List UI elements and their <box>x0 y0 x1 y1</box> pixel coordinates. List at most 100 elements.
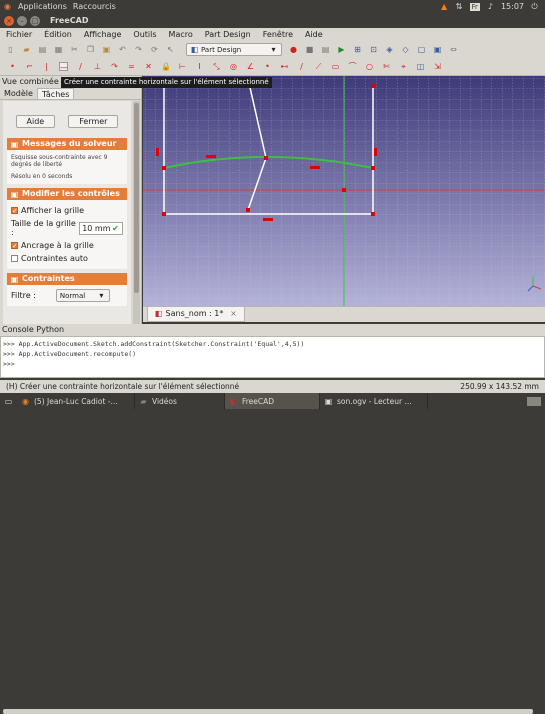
close-window-button[interactable]: × <box>4 15 14 26</box>
clock[interactable]: 15:07 <box>501 2 524 11</box>
close-icon[interactable]: × <box>229 309 238 318</box>
angle-constraint-icon[interactable]: ∠ <box>246 62 255 71</box>
whats-this-icon[interactable]: ↖ <box>166 45 175 54</box>
polyline-tool-icon[interactable]: ⟋ <box>314 62 323 71</box>
view-isometric-icon[interactable]: ◇ <box>401 45 410 54</box>
macro-stop-icon[interactable]: ■ <box>305 45 314 54</box>
volume-icon[interactable]: ♪ <box>486 2 495 11</box>
point-on-object-icon[interactable]: • <box>263 62 272 71</box>
arc-tool-icon[interactable]: ⌒ <box>348 62 357 71</box>
task-browser[interactable]: ◉ (5) Jean-Luc Cadiot -... <box>17 393 135 409</box>
snap-grid-checkbox[interactable]: ✓ Ancrage à la grille <box>11 241 123 250</box>
vertical-constraint-icon[interactable]: | <box>42 62 51 71</box>
workbench-select[interactable]: ◧ Part Design ▾ <box>186 43 282 56</box>
macro-run-icon[interactable]: ▶ <box>337 45 346 54</box>
sketch-vertex[interactable] <box>342 188 346 192</box>
lock-constraint-icon[interactable]: 🔒 <box>161 62 171 71</box>
menu-edition[interactable]: Édition <box>44 30 72 39</box>
sketch-canvas[interactable] <box>143 76 545 306</box>
sketch-vertex[interactable] <box>264 156 268 160</box>
tasks-scrollbar[interactable] <box>133 101 140 324</box>
point-tool-icon[interactable]: • <box>8 62 17 71</box>
constraint-marker[interactable] <box>263 218 273 221</box>
print-icon[interactable]: ▦ <box>54 45 63 54</box>
undo-icon[interactable]: ↶ <box>118 45 127 54</box>
task-video-player[interactable]: ▣ son.ogv - Lecteur ... <box>320 393 428 409</box>
coincident-constraint-icon[interactable]: ⊷ <box>280 62 289 71</box>
constraint-marker[interactable] <box>310 166 320 169</box>
trim-tool-icon[interactable]: ✄ <box>382 62 391 71</box>
auto-constraints-checkbox[interactable]: Contraintes auto <box>11 254 123 263</box>
shortcuts-menu[interactable]: Raccourcis <box>73 2 116 11</box>
menu-fenetre[interactable]: Fenêtre <box>263 30 293 39</box>
leave-sketch-icon[interactable]: ⇲ <box>433 62 442 71</box>
show-desktop-icon[interactable]: ▭ <box>4 397 13 406</box>
draw-style-icon[interactable]: ◈ <box>385 45 394 54</box>
open-file-icon[interactable]: ▰ <box>22 45 31 54</box>
horizontal-constraint-icon[interactable]: — <box>59 62 68 72</box>
constraint-marker[interactable] <box>374 148 377 156</box>
paste-icon[interactable]: ▣ <box>102 45 111 54</box>
macro-record-icon[interactable]: ● <box>289 45 298 54</box>
network-icon[interactable]: ⇅ <box>455 2 464 11</box>
menu-macro[interactable]: Macro <box>169 30 193 39</box>
sketch-vertex[interactable] <box>162 212 166 216</box>
scrollbar-thumb[interactable] <box>134 103 139 293</box>
fillet-tool-icon[interactable]: ⌐ <box>25 62 34 71</box>
3d-viewport[interactable] <box>143 76 545 306</box>
ubuntu-logo-icon[interactable]: ◉ <box>3 2 12 11</box>
equal-constraint-icon[interactable]: = <box>127 62 136 71</box>
console-scrollbar[interactable] <box>3 709 533 714</box>
radius-constraint-icon[interactable]: ◎ <box>229 62 238 71</box>
applications-menu[interactable]: Applications <box>18 2 67 11</box>
redo-icon[interactable]: ↷ <box>134 45 143 54</box>
solver-section-header[interactable]: ▣ Messages du solveur <box>7 138 127 150</box>
show-grid-checkbox[interactable]: ✓ Afficher la grille <box>11 206 123 215</box>
menu-affichage[interactable]: Affichage <box>84 30 122 39</box>
workspace-switcher-icon[interactable] <box>527 396 541 406</box>
menu-aide[interactable]: Aide <box>305 30 323 39</box>
constraint-marker[interactable] <box>206 155 216 158</box>
sketch-vertex[interactable] <box>246 208 250 212</box>
power-icon[interactable]: ⏻ <box>530 2 539 11</box>
external-geometry-icon[interactable]: ⌖ <box>399 62 408 71</box>
sketch-vertex[interactable] <box>162 166 166 170</box>
maximize-window-button[interactable]: □ <box>30 15 40 26</box>
rectangle-tool-icon[interactable]: ▭ <box>331 62 340 71</box>
symmetric-constraint-icon[interactable]: ✕ <box>144 62 153 71</box>
circle-tool-icon[interactable]: ○ <box>365 62 374 71</box>
new-file-icon[interactable]: ▯ <box>6 45 15 54</box>
vertical-distance-icon[interactable]: I <box>195 62 204 71</box>
aide-button[interactable]: Aide <box>15 115 56 128</box>
document-tab[interactable]: ◧ Sans_nom : 1* × <box>147 307 245 322</box>
python-console[interactable]: >>> App.ActiveDocument.Sketch.addConstra… <box>0 336 545 714</box>
copy-icon[interactable]: ❐ <box>86 45 95 54</box>
constraint-marker[interactable] <box>156 148 159 156</box>
cut-icon[interactable]: ✂ <box>70 45 79 54</box>
fit-all-icon[interactable]: ⊞ <box>353 45 362 54</box>
measure-icon[interactable]: ⇔ <box>449 45 458 54</box>
fit-selection-icon[interactable]: ⊡ <box>369 45 378 54</box>
view-front-icon[interactable]: ▢ <box>417 45 426 54</box>
filter-select[interactable]: Normal ▾ <box>55 289 110 302</box>
task-freecad[interactable]: ◧ FreeCAD <box>225 393 320 409</box>
perpendicular-constraint-icon[interactable]: ⊥ <box>93 62 102 71</box>
refresh-icon[interactable]: ⟳ <box>150 45 159 54</box>
controls-section-header[interactable]: ▣ Modifier les contrôles <box>7 188 127 200</box>
tab-taches[interactable]: Tâches <box>36 88 75 99</box>
grid-size-input[interactable]: 10 mm ✔ <box>79 221 123 235</box>
menu-fichier[interactable]: Fichier <box>6 30 32 39</box>
menu-part-design[interactable]: Part Design <box>205 30 251 39</box>
parallel-constraint-icon[interactable]: ∕ <box>76 62 85 71</box>
macro-edit-icon[interactable]: ▤ <box>321 45 330 54</box>
sketch-vertex[interactable] <box>371 166 375 170</box>
console-prompt[interactable]: >>> <box>3 359 542 369</box>
distance-constraint-icon[interactable]: ⤡ <box>212 62 221 71</box>
sketch-vertex[interactable] <box>371 84 375 88</box>
constraints-section-header[interactable]: ▣ Contraintes <box>7 273 127 285</box>
fermer-button[interactable]: Fermer <box>68 115 119 128</box>
view-top-icon[interactable]: ▣ <box>433 45 442 54</box>
sketch-vertex[interactable] <box>371 212 375 216</box>
minimize-window-button[interactable]: – <box>17 15 27 26</box>
vlc-icon[interactable]: ▲ <box>440 2 449 11</box>
